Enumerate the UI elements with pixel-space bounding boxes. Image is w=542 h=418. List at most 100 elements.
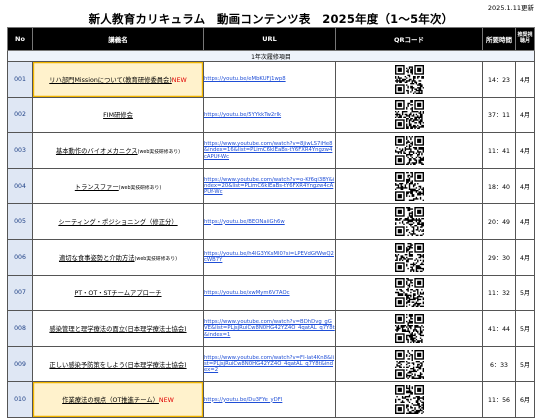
new-badge: NEW — [171, 76, 187, 84]
duration: 41：44 — [482, 310, 516, 347]
video-link[interactable]: https://www.youtube.com/watch?v=8jiwLS7i… — [204, 141, 332, 159]
row-number: 005 — [7, 203, 33, 240]
url-cell: https://youtu.be/5YYkkTw2rIk — [203, 96, 336, 134]
col-header-title: 講義名 — [32, 27, 204, 51]
url-cell: https://youtu.be/Du3FYe_yDFI — [203, 381, 336, 418]
col-header-url: URL — [203, 27, 336, 51]
table-row: 007 PT・OT・STチームアプローチ https://youtu.be/xwMy… — [7, 274, 535, 312]
row-number: 007 — [7, 274, 33, 312]
video-link[interactable]: https://www.youtube.com/watch?v=o-Kf6qi3… — [204, 177, 334, 195]
curriculum-table: No 講義名 URL QRコード 所要時間 推奨視聴月 1年次履修項目 001 リ… — [7, 27, 535, 418]
qr-cell — [335, 345, 483, 383]
table-row: 010 作業療法の視点（OT推進チーム）NEW https://youtu.be/D… — [7, 381, 535, 418]
row-number: 006 — [7, 238, 33, 276]
lecture-title: 基本動作のバイオメカニクス — [55, 147, 138, 155]
qr-code-icon — [394, 278, 424, 308]
recommended-month: 4月 — [515, 167, 535, 205]
duration: 37：11 — [482, 96, 516, 134]
row-number: 001 — [7, 61, 33, 98]
video-link[interactable]: https://www.youtube.com/watch?v=BDhDvg_g… — [204, 319, 335, 337]
video-link[interactable]: https://youtu.be/5YYkkTw2rIk — [204, 112, 281, 118]
lecture-title: トランスファー — [74, 183, 119, 191]
header-row: No 講義名 URL QRコード 所要時間 推奨視聴月 — [7, 27, 535, 51]
row-number: 004 — [7, 167, 33, 205]
lecture-title-cell: シーティング・ポジショニング（修正分） — [32, 203, 204, 240]
col-header-time: 所要時間 — [482, 27, 516, 51]
qr-code-icon — [394, 135, 424, 165]
url-cell: https://www.youtube.com/watch?v=8jiwLS7i… — [203, 132, 336, 169]
lecture-title: PT・OT・STチームアプローチ — [74, 290, 162, 298]
lecture-note: (web実技研修あり) — [137, 149, 181, 155]
video-link[interactable]: https://youtu.be/BEONaiiGh6w — [204, 219, 285, 225]
video-link[interactable]: https://youtu.be/eMbKUFj1wp8 — [204, 76, 286, 82]
new-badge: NEW — [158, 397, 174, 405]
recommended-month: 4月 — [515, 96, 535, 134]
duration: 6：33 — [482, 345, 516, 383]
table-row: 006 適切な食事姿勢と介助方法(web実技研修あり) https://youtu.… — [7, 238, 535, 276]
table-row: 001 リハ部門Missionについて(教育研修委員会)NEW https://yo… — [7, 61, 535, 98]
lecture-title-cell: 適切な食事姿勢と介助方法(web実技研修あり) — [32, 238, 204, 276]
lecture-title: FIM研修会 — [103, 112, 133, 120]
row-number: 009 — [7, 345, 33, 383]
table-row: 008 感染管理と理学療法の面立(日本理学療法士協会) https://www.yo… — [7, 310, 535, 347]
recommended-month: 6月 — [515, 381, 535, 418]
recommended-month: 5月 — [515, 310, 535, 347]
duration: 11：41 — [482, 132, 516, 169]
lecture-title-cell: PT・OT・STチームアプローチ — [32, 274, 204, 312]
table-row: 005 シーティング・ポジショニング（修正分） https://youtu.be/B… — [7, 203, 535, 240]
lecture-title-cell: FIM研修会 — [32, 96, 204, 134]
row-number: 003 — [7, 132, 33, 169]
lecture-title: 正しい感染予防策をしよう(日本理学療法士協会) — [49, 361, 187, 369]
lecture-title-cell: リハ部門Missionについて(教育研修委員会)NEW — [32, 61, 204, 98]
qr-code-icon — [394, 207, 424, 237]
url-cell: https://youtu.be/xwMym6V7AOc — [203, 274, 336, 312]
recommended-month: 5月 — [515, 274, 535, 312]
qr-code-icon — [394, 385, 424, 415]
table-row: 004 トランスファー(web実技研修あり) https://www.youtube… — [7, 167, 535, 205]
qr-cell — [335, 381, 483, 418]
qr-code-icon — [394, 100, 424, 130]
qr-code-icon — [394, 349, 424, 379]
row-number: 010 — [7, 381, 33, 418]
lecture-title-cell: トランスファー(web実技研修あり) — [32, 167, 204, 205]
qr-code-icon — [394, 64, 424, 94]
qr-cell — [335, 310, 483, 347]
lecture-title: 適切な食事姿勢と介助方法 — [58, 254, 135, 262]
lecture-title-cell: 基本動作のバイオメカニクス(web実技研修あり) — [32, 132, 204, 169]
qr-code-icon — [394, 171, 424, 201]
document-title: 新人教育カリキュラム 動画コンテンツ表 2025年度（1～5年次） — [88, 12, 454, 26]
duration: 29：30 — [482, 238, 516, 276]
row-number: 002 — [7, 96, 33, 134]
table-row: 002 FIM研修会 https://youtu.be/5YYkkTw2rIk 37：… — [7, 96, 535, 134]
recommended-month: 4月 — [515, 61, 535, 98]
row-number: 008 — [7, 310, 33, 347]
qr-code-icon — [394, 313, 424, 343]
recommended-month: 5月 — [515, 345, 535, 383]
duration: 20：49 — [482, 203, 516, 240]
lecture-title-cell: 感染管理と理学療法の面立(日本理学療法士協会) — [32, 310, 204, 347]
qr-cell — [335, 274, 483, 312]
lecture-title: リハ部門Missionについて(教育研修委員会) — [49, 76, 172, 84]
lecture-title: シーティング・ポジショニング（修正分） — [58, 219, 178, 227]
qr-code-icon — [394, 242, 424, 272]
url-cell: https://youtu.be/BEONaiiGh6w — [203, 203, 336, 240]
lecture-title: 感染管理と理学療法の面立(日本理学療法士協会) — [49, 325, 187, 333]
video-link[interactable]: https://youtu.be/h4lG3YKsMI0?si=LPEVdGfW… — [204, 251, 334, 263]
url-cell: https://youtu.be/eMbKUFj1wp8 — [203, 61, 336, 98]
lecture-note: (web実技研修あり) — [134, 256, 177, 262]
url-cell: https://www.youtube.com/watch?v=FI-lat4K… — [203, 345, 336, 383]
col-header-no: No — [7, 27, 33, 51]
lecture-title-cell: 正しい感染予防策をしよう(日本理学療法士協会) — [32, 345, 204, 383]
video-link[interactable]: https://youtu.be/Du3FYe_yDFI — [204, 397, 282, 403]
table-row: 009 正しい感染予防策をしよう(日本理学療法士協会) https://www.yo… — [7, 345, 535, 383]
duration: 11：56 — [482, 381, 516, 418]
lecture-title-cell: 作業療法の視点（OT推進チーム）NEW — [32, 381, 204, 418]
recommended-month: 4月 — [515, 238, 535, 276]
url-cell: https://www.youtube.com/watch?v=BDhDvg_g… — [203, 310, 336, 347]
recommended-month: 4月 — [515, 132, 535, 169]
video-link[interactable]: https://www.youtube.com/watch?v=FI-lat4K… — [204, 355, 334, 373]
section-row: 1年次履修項目 — [7, 50, 535, 62]
duration: 18：40 — [482, 167, 516, 205]
video-link[interactable]: https://youtu.be/xwMym6V7AOc — [204, 290, 290, 296]
url-cell: https://youtu.be/h4lG3YKsMI0?si=LPEVdGfW… — [203, 238, 336, 276]
